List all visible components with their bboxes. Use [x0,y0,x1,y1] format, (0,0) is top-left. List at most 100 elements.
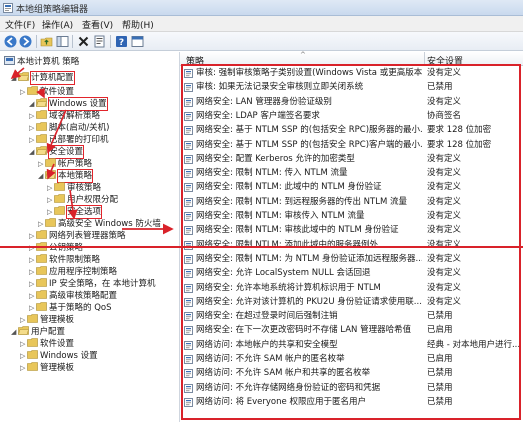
panel-icon[interactable] [131,35,144,48]
tree-node[interactable]: ▷ 基于策略的 QoS [29,302,112,314]
expand-arrow-icon[interactable]: ▷ [29,134,36,146]
expand-arrow-icon[interactable]: ▷ [47,206,54,218]
policy-row[interactable]: 网络访问: 将 Everyone 权限应用于匿名用户 已禁用 [180,396,523,409]
policy-row[interactable]: 网络访问: 不允许存储网络身份验证的密码和凭据 已禁用 [180,382,523,395]
tree-node[interactable]: ▷ 管理模板 [20,362,74,374]
policy-name: 网络安全: 允许本地系统将计算机标识用于 NTLM [196,282,381,293]
policy-setting-icon [184,355,193,364]
tree-node[interactable]: ▷ IP 安全策略，在 本地计算机 [29,278,156,290]
tree-node[interactable]: ◢ Windows 设置 [29,97,108,111]
policy-name: 网络安全: 基于 NTLM SSP 的(包括安全 RPC)服务器的最小... [196,125,422,136]
collapse-arrow-icon[interactable]: ◢ [11,72,18,84]
expand-arrow-icon[interactable]: ▷ [47,194,54,206]
policy-setting-value: 没有定义 [427,168,462,179]
policy-row[interactable]: 网络安全: 限制 NTLM: 到远程服务器的传出 NTLM 流量 没有定义 [180,196,523,209]
tree-node-highlight: Windows 设置 [48,97,108,111]
expand-arrow-icon[interactable]: ▷ [29,242,36,254]
tree-node[interactable]: ▷ 软件设置 [20,338,74,350]
expand-arrow-icon[interactable]: ▷ [29,254,36,266]
policy-row[interactable]: 网络安全: LAN 管理器身份验证级别 没有定义 [180,96,523,109]
policy-row[interactable]: 网络安全: 在下一次更改密码时不存储 LAN 管理器哈希值 已启用 [180,324,523,337]
forward-icon[interactable] [19,35,32,48]
tree-node[interactable]: ◢ 计算机配置 [11,71,75,85]
properties-icon[interactable] [93,35,106,48]
tree-node-label: 应用程序控制策略 [49,267,118,277]
policy-row[interactable]: 网络安全: 允许对该计算机的 PKU2U 身份验证请求使用联... 没有定义 [180,296,523,309]
policy-setting-value: 没有定义 [427,239,462,250]
up-folder-icon[interactable] [40,35,53,48]
policy-row[interactable]: 网络安全: 限制 NTLM: 为 NTLM 身份验证添加远程服务器... 没有定义 [180,253,523,266]
column-header-policy[interactable]: 策略 [186,54,204,67]
expand-arrow-icon[interactable]: ▷ [29,122,36,134]
menu-action[interactable]: 操作(A) [42,18,73,31]
expand-arrow-icon[interactable]: ▷ [20,86,27,98]
tree-root-label: 本地计算机 策略 [17,57,80,67]
expand-arrow-icon[interactable]: ▷ [29,230,36,242]
policy-row[interactable]: 网络安全: 限制 NTLM: 传入 NTLM 流量 没有定义 [180,167,523,180]
expand-arrow-icon[interactable]: ▷ [29,290,36,302]
collapse-arrow-icon[interactable]: ◢ [38,170,45,182]
expand-arrow-icon[interactable]: ▷ [29,302,36,314]
tree-node-label: 管理模板 [40,315,75,325]
policy-row[interactable]: 网络访问: 本地帐户的共享和安全模型 经典 - 对本地用户进行... [180,339,523,352]
menu-help[interactable]: 帮助(H) [122,18,154,31]
expand-arrow-icon[interactable]: ▷ [20,314,27,326]
collapse-arrow-icon[interactable]: ◢ [29,98,36,110]
policy-row[interactable]: 网络安全: LDAP 客户端签名要求 协商签名 [180,110,523,123]
tree-node[interactable]: ▷ 软件设置 [20,86,74,98]
policy-row[interactable]: 网络安全: 限制 NTLM: 审核传入 NTLM 流量 没有定义 [180,210,523,223]
tree-node[interactable]: ▷ 应用程序控制策略 [29,266,117,278]
column-header-security-setting[interactable]: 安全设置 [427,54,463,67]
expand-arrow-icon[interactable]: ▷ [29,266,36,278]
tree-node[interactable]: ▷ Windows 设置 [20,350,98,362]
policy-row[interactable]: 网络安全: 限制 NTLM: 审核此域中的 NTLM 身份验证 没有定义 [180,224,523,237]
policy-row[interactable]: 网络安全: 基于 NTLM SSP 的(包括安全 RPC)客户端的最小... 要求… [180,139,523,152]
policy-row[interactable]: 网络安全: 在超过登录时间后强制注销 已禁用 [180,310,523,323]
expand-arrow-icon[interactable]: ▷ [38,218,45,230]
tree-node[interactable]: ▷ 安全选项 [47,205,103,219]
policy-row[interactable]: 审核: 强制审核策略子类别设置(Windows Vista 或更高版本... 没有… [180,67,523,80]
tree-node[interactable]: ▷ 用户权限分配 [47,194,118,206]
tree-node[interactable]: ▷ 管理模板 [20,314,74,326]
menu-file[interactable]: 文件(F) [5,18,35,31]
tree-node[interactable]: ▷ 网络列表管理器策略 [29,230,126,242]
tree-node[interactable]: ◢ 用户配置 [11,326,65,338]
policy-row[interactable]: 网络安全: 基于 NTLM SSP 的(包括安全 RPC)服务器的最小... 要求… [180,124,523,137]
policy-row[interactable]: 网络安全: 允许 LocalSystem NULL 会话回退 没有定义 [180,267,523,280]
expand-arrow-icon[interactable]: ▷ [29,278,36,290]
policy-row[interactable]: 网络访问: 不允许 SAM 帐户和共享的匿名枚举 已禁用 [180,367,523,380]
expand-arrow-icon[interactable]: ▷ [47,182,54,194]
policy-row[interactable]: 网络安全: 限制 NTLM: 添加此域中的服务器例外 没有定义 [180,239,523,252]
policy-row[interactable]: 网络访问: 不允许 SAM 帐户的匿名枚举 已启用 [180,353,523,366]
tree-node[interactable]: ▷ 帐户策略 [38,158,92,170]
collapse-arrow-icon[interactable]: ◢ [11,326,18,338]
expand-arrow-icon[interactable]: ▷ [20,338,27,350]
tree-node[interactable]: ▷ 公钥策略 [29,242,83,254]
tree-node[interactable]: ◢ 本地策略 [38,169,94,183]
tree-node[interactable]: ▷ 脚本(启动/关机) [29,122,110,134]
help-icon[interactable]: ? [115,35,128,48]
tree-node[interactable]: ▷ 高级安全 Windows 防火墙 [38,218,161,230]
expand-arrow-icon[interactable]: ▷ [29,110,36,122]
expand-arrow-icon[interactable]: ▷ [38,158,45,170]
policy-row[interactable]: 网络安全: 限制 NTLM: 此域中的 NTLM 身份验证 没有定义 [180,181,523,194]
policy-row[interactable]: 审核: 如果无法记录安全审核则立即关闭系统 已禁用 [180,81,523,94]
tree-node[interactable]: ▷ 审核策略 [47,182,101,194]
policy-row[interactable]: 网络安全: 配置 Kerberos 允许的加密类型 没有定义 [180,153,523,166]
policy-row[interactable]: 网络安全: 允许本地系统将计算机标识用于 NTLM 没有定义 [180,282,523,295]
menu-view[interactable]: 查看(V) [82,18,113,31]
column-divider[interactable] [424,52,425,66]
tree-node[interactable]: ▷ 已部署的打印机 [29,134,109,146]
tree-node[interactable]: ▷ 高级审核策略配置 [29,290,117,302]
show-hide-tree-icon[interactable] [56,35,69,48]
delete-icon[interactable] [77,35,90,48]
tree-node[interactable]: ▷ 域名解析策略 [29,110,100,122]
collapse-arrow-icon[interactable]: ◢ [29,146,36,158]
folder-icon [36,242,47,251]
tree-node[interactable]: ▷ 软件限制策略 [29,254,100,266]
expand-arrow-icon[interactable]: ▷ [20,362,27,374]
tree-root-local-computer-policy[interactable]: 本地计算机 策略 [4,56,79,68]
back-icon[interactable] [4,35,17,48]
expand-arrow-icon[interactable]: ▷ [20,350,27,362]
tree-node[interactable]: ◢ 安全设置 [29,145,85,159]
